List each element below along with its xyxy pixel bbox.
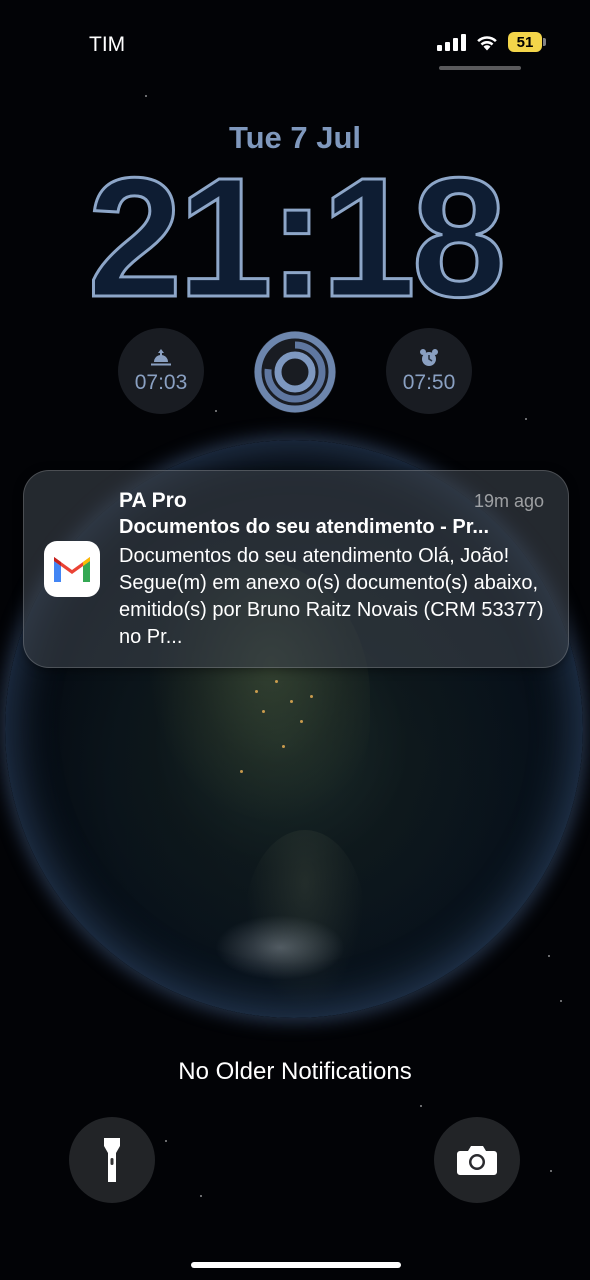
activity-rings-icon (254, 331, 336, 413)
signal-icon (437, 33, 466, 51)
alarm-clock-icon (420, 349, 438, 366)
no-older-notifications-label: No Older Notifications (178, 1058, 412, 1085)
lockscreen-time[interactable]: 21:18 (0, 152, 590, 325)
notification-subject: Documentos do seu atendimento - Pr... (119, 516, 490, 538)
home-indicator[interactable] (191, 1262, 401, 1268)
flashlight-button[interactable] (69, 1117, 155, 1203)
camera-button[interactable] (434, 1117, 520, 1203)
camera-icon (457, 1146, 497, 1175)
battery-indicator: 51 (508, 32, 546, 52)
notification-app-name: PA Pro (119, 489, 187, 512)
alarm-time: 07:50 (402, 371, 456, 394)
sunrise-time: 07:03 (134, 371, 188, 394)
alarm-widget[interactable]: 07:50 (386, 328, 472, 414)
flashlight-icon (104, 1138, 120, 1182)
wifi-icon (477, 35, 497, 50)
notification-card[interactable]: PA Pro 19m ago Documentos do seu atendim… (23, 470, 569, 668)
notification-body: Documentos do seu atendimento Olá, João!… (119, 545, 544, 648)
control-center-grabber[interactable] (439, 66, 521, 70)
gmail-icon (44, 541, 100, 597)
carrier-name: TIM (89, 33, 126, 56)
battery-level: 51 (516, 33, 534, 51)
sunrise-icon (151, 349, 171, 366)
notification-time: 19m ago (473, 491, 544, 511)
sunrise-widget[interactable]: 07:03 (118, 328, 204, 414)
status-icons: 51 (437, 32, 546, 52)
activity-widget[interactable] (251, 328, 339, 416)
